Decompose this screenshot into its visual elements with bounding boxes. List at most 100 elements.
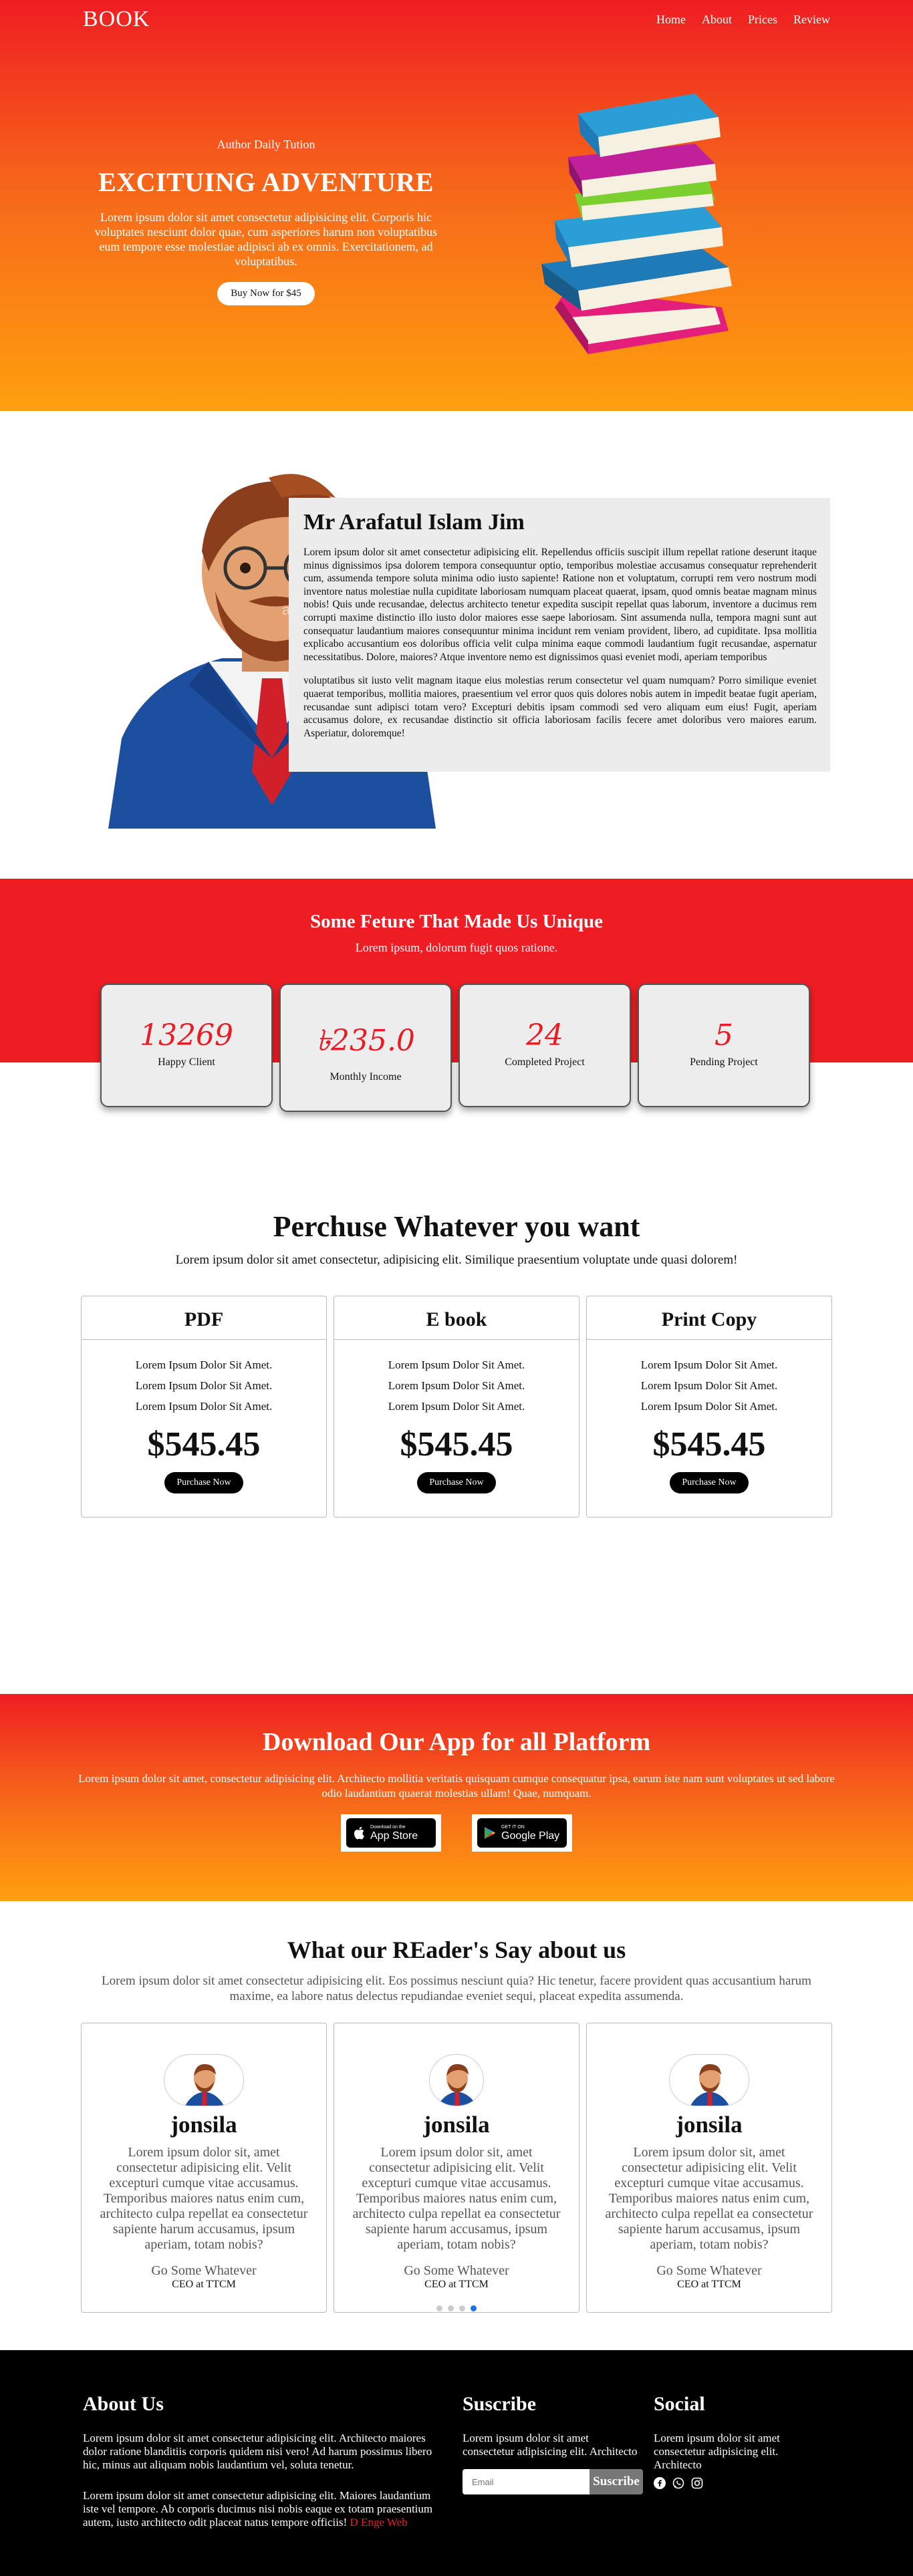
hero-subtitle: Author Daily Tution [217,138,315,151]
footer-about-text-2: Lorem ipsum dolor sit amet consectetur a… [83,2489,433,2529]
store-badges: Download on the App Store GET IT ON Goog… [0,1814,913,1852]
google-play-small-text: GET IT ON [501,1824,525,1830]
navbar: BOOK Home About Prices Review [83,0,830,39]
plan-feature: Lorem Ipsum Dolor Sit Amet. [640,1358,778,1371]
footer-social-title: Social [654,2393,705,2415]
carousel-dot[interactable] [436,2305,442,2311]
stat-label: Happy Client [158,1056,215,1068]
stat-value: 5 [714,1018,733,1052]
plan-features: Lorem Ipsum Dolor Sit Amet. Lorem Ipsum … [587,1354,831,1417]
facebook-icon[interactable] [654,2477,666,2489]
pricing-section: Perchuse Whatever you want Lorem ipsum d… [0,1176,913,1694]
plan-feature: Lorem Ipsum Dolor Sit Amet. [640,1400,778,1413]
stats-subtitle: Lorem ipsum, dolorum fugit quos ratione. [355,941,558,954]
book-stack-illustration [541,94,732,354]
nav-prices-link[interactable]: Prices [748,13,777,27]
plan-feature: Lorem Ipsum Dolor Sit Amet. [135,1400,273,1413]
reader-signature: Go Some Whatever [151,2263,257,2278]
carousel-dot-active[interactable] [471,2305,477,2311]
reader-avatar [669,2054,749,2106]
reader-quote: Lorem ipsum dolor sit, amet consectetur … [352,2145,561,2252]
subscribe-form: Suscribe [463,2469,643,2494]
reader-avatar-icon [438,2064,477,2106]
hero-description: Lorem ipsum dolor sit amet consectetur a… [94,210,438,268]
reader-role: CEO at TTCM [172,2279,236,2290]
book-blue-icon [578,94,721,157]
reader-avatar [429,2054,484,2106]
instagram-icon[interactable] [691,2477,703,2489]
carousel-dot[interactable] [448,2305,454,2311]
stat-cards: 13269 Happy Client ৳235.0 Monthly Income… [100,984,810,1112]
purchase-button[interactable]: Purchase Now [670,1472,749,1493]
reader-name: jonsila [423,2112,490,2138]
reader-avatar [164,2054,244,2106]
footer-credit-link[interactable]: D Enge Web [350,2516,408,2529]
reader-quote: Lorem ipsum dolor sit, amet consectetur … [605,2145,813,2252]
reader-signature: Go Some Whatever [656,2263,762,2278]
subscribe-button[interactable]: Suscribe [590,2469,643,2494]
purchase-button[interactable]: Purchase Now [417,1472,496,1493]
stat-card-monthly-income: ৳235.0 Monthly Income [279,984,452,1112]
plan-feature: Lorem Ipsum Dolor Sit Amet. [388,1400,525,1413]
testimonial-cards: jonsila Lorem ipsum dolor sit, amet cons… [0,2023,913,2313]
plan-features: Lorem Ipsum Dolor Sit Amet. Lorem Ipsum … [82,1354,326,1417]
google-play-badge[interactable]: GET IT ON Google Play [472,1814,572,1852]
stat-value: 24 [526,1018,563,1052]
buy-now-button[interactable]: Buy Now for $45 [217,282,315,305]
footer-about-column: About Us Lorem ipsum dolor sit amet cons… [83,2393,449,2529]
price-card-ebook: E book Lorem Ipsum Dolor Sit Amet. Lorem… [334,1296,579,1518]
author-bio-card: Mr Arafatul Islam Jim Lorem ipsum dolor … [289,498,830,772]
plan-feature: Lorem Ipsum Dolor Sit Amet. [640,1379,778,1392]
purchase-button[interactable]: Purchase Now [164,1472,243,1493]
hero-section: BOOK Home About Prices Review Author Dai… [0,0,913,411]
app-download-section: Download Our App for all Platform Lorem … [0,1694,913,1901]
carousel-dot[interactable] [459,2305,465,2311]
carousel-dots [334,2305,579,2311]
app-description: Lorem ipsum dolor sit amet, consectetur … [78,1772,835,1800]
author-bio-paragraph-1: Lorem ipsum dolor sit amet consectetur a… [303,547,817,663]
stat-value: ৳235.0 [316,1024,415,1058]
stat-value: 13269 [140,1018,233,1052]
stats-section: Some Feture That Made Us Unique Lorem ip… [0,879,913,1176]
testimonials-lead: Lorem ipsum dolor sit amet consectetur a… [102,1974,811,2003]
social-icons [654,2477,801,2489]
plan-features: Lorem Ipsum Dolor Sit Amet. Lorem Ipsum … [334,1354,579,1417]
app-store-small-text: Download on the [370,1824,406,1830]
reader-name: jonsila [170,2112,237,2138]
stat-label: Pending Project [690,1056,758,1068]
hero-text: Author Daily Tution EXCITUING ADVENTURE … [83,138,449,305]
testimonial-card: jonsila Lorem ipsum dolor sit, amet cons… [81,2023,327,2313]
price-card-pdf: PDF Lorem Ipsum Dolor Sit Amet. Lorem Ip… [81,1296,327,1518]
plan-price: $545.45 [400,1425,513,1463]
whatsapp-icon[interactable] [672,2477,684,2489]
reader-quote: Lorem ipsum dolor sit, amet consectetur … [100,2145,308,2252]
plan-name: E book [334,1296,579,1340]
email-input[interactable] [463,2469,590,2494]
nav-about-link[interactable]: About [702,13,732,27]
pricing-lead: Lorem ipsum dolor sit amet consectetur, … [175,1253,738,1267]
author-bio-paragraph-2: voluptatibus sit iusto velit magnam itaq… [303,675,817,739]
plan-name: Print Copy [587,1296,831,1340]
testimonial-card: jonsila Lorem ipsum dolor sit, amet cons… [586,2023,832,2313]
stat-card-completed-project: 24 Completed Project [459,984,631,1107]
reader-avatar-icon [690,2064,729,2106]
nav-home-link[interactable]: Home [656,13,686,27]
app-store-big-text: App Store [370,1830,418,1842]
profile-section: alamy Mr Arafatul Islam Jim Lorem ipsum … [0,411,913,879]
nav-menu: Home About Prices Review [656,13,830,27]
plan-name: PDF [82,1296,326,1340]
app-store-badge[interactable]: Download on the App Store [341,1814,441,1852]
reader-avatar-icon [185,2064,224,2106]
nav-review-link[interactable]: Review [793,13,830,27]
plan-feature: Lorem Ipsum Dolor Sit Amet. [135,1379,273,1392]
footer-social-text: Lorem ipsum dolor sit amet consectetur a… [654,2432,780,2471]
footer-about-title: About Us [83,2393,164,2415]
google-play-big-text: Google Play [501,1830,560,1842]
stat-card-happy-client: 13269 Happy Client [100,984,273,1107]
author-name: Mr Arafatul Islam Jim [303,510,525,535]
footer-subscribe-title: Suscribe [463,2393,537,2415]
price-card-print-copy: Print Copy Lorem Ipsum Dolor Sit Amet. L… [586,1296,832,1518]
pricing-title: Perchuse Whatever you want [273,1210,640,1243]
footer: About Us Lorem ipsum dolor sit amet cons… [0,2350,913,2576]
logo[interactable]: BOOK [83,7,150,32]
